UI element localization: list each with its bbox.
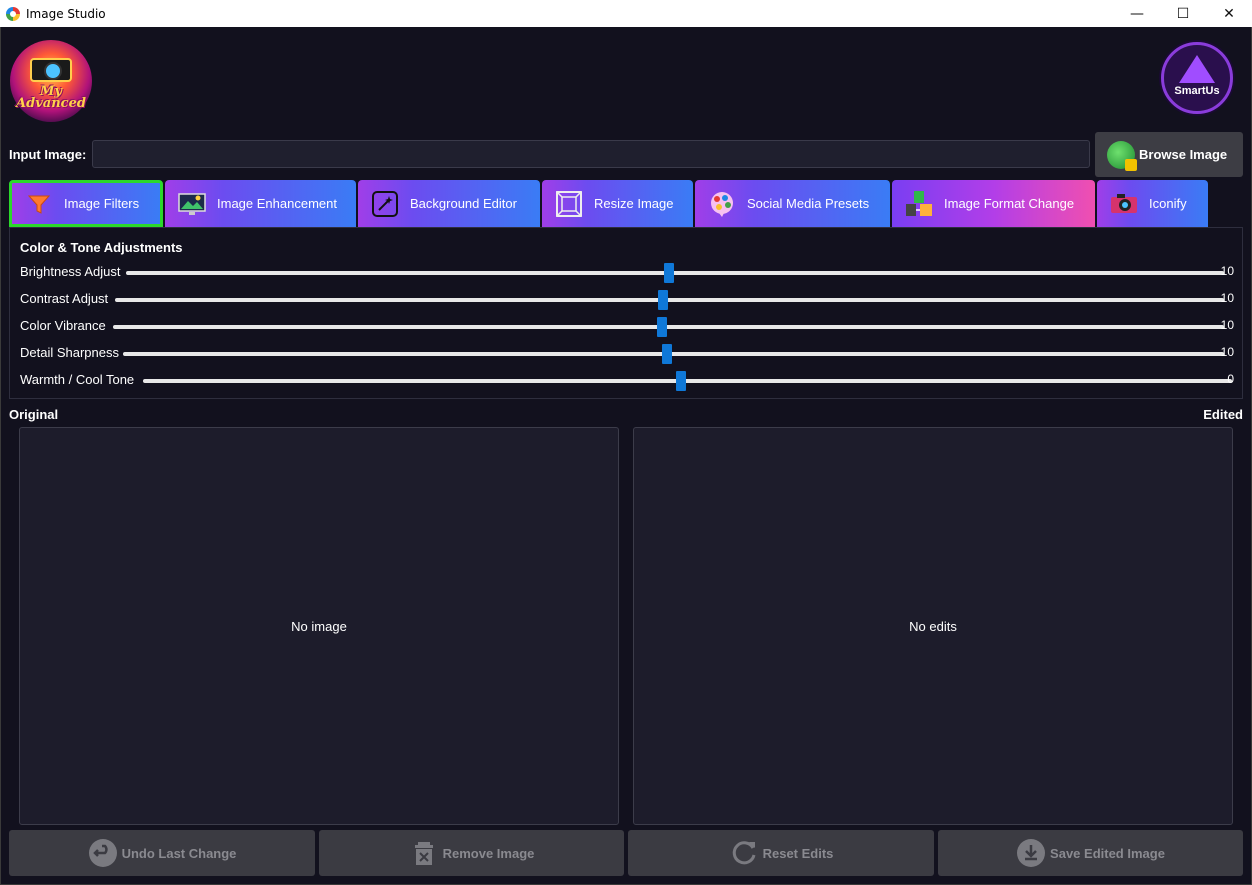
refresh-icon [732, 841, 756, 865]
original-placeholder: No image [291, 618, 347, 634]
minimize-button[interactable]: — [1114, 0, 1160, 27]
tab-iconify[interactable]: Iconify [1097, 180, 1208, 227]
input-image-label: Input Image: [9, 147, 87, 162]
slider-thumb[interactable] [676, 371, 686, 391]
app-icon [6, 6, 20, 21]
slider-value: 0 [1227, 372, 1234, 386]
slider-track[interactable] [113, 325, 1224, 329]
close-button[interactable]: ✕ [1206, 0, 1252, 27]
slider-label: Brightness Adjust [20, 264, 121, 279]
slider-brightness: Brightness Adjust 10 [20, 262, 1234, 283]
slider-warmth: Warmth / Cool Tone 0 [20, 370, 1234, 391]
sparkle-edit-icon [372, 190, 398, 217]
app-logo-text: My Advanced [16, 84, 86, 111]
browse-image-button[interactable]: Browse Image [1095, 132, 1243, 177]
edited-preview: No edits [633, 427, 1233, 825]
slider-label: Color Vibrance [20, 318, 106, 333]
slider-label: Contrast Adjust [20, 291, 109, 306]
tab-label: Image Enhancement [217, 196, 337, 211]
maximize-button[interactable]: ☐ [1160, 0, 1206, 27]
reset-edits-label: Reset Edits [762, 845, 834, 861]
slider-value: 10 [1220, 264, 1234, 278]
slider-value: 10 [1220, 291, 1234, 305]
tab-image-filters[interactable]: Image Filters [9, 180, 163, 227]
original-label: Original [9, 407, 59, 422]
slider-label: Detail Sharpness [20, 345, 119, 360]
camera-icon [1111, 193, 1137, 213]
smartus-logo-text: SmartUs [1174, 85, 1220, 97]
tab-image-format-change[interactable]: Image Format Change [892, 180, 1095, 227]
file-format-icon [906, 190, 932, 216]
app-logo: My Advanced [10, 40, 92, 122]
slider-track[interactable] [143, 379, 1232, 383]
slider-track[interactable] [123, 352, 1224, 356]
globe-icon [1107, 140, 1137, 171]
slider-thumb[interactable] [664, 263, 674, 283]
title-bar: Image Studio — ☐ ✕ [0, 0, 1252, 27]
input-image-field[interactable] [92, 140, 1090, 168]
slider-thumb[interactable] [658, 290, 668, 310]
tab-social-media-presets[interactable]: Social Media Presets [695, 180, 890, 227]
social-bubble-icon [711, 191, 733, 217]
tab-background-editor[interactable]: Background Editor [358, 180, 540, 227]
funnel-icon [27, 195, 51, 214]
undo-icon [88, 839, 117, 867]
slider-sharpness: Detail Sharpness 10 [20, 343, 1234, 364]
edited-placeholder: No edits [909, 618, 957, 634]
slider-track[interactable] [126, 271, 1224, 275]
slider-vibrance: Color Vibrance 10 [20, 316, 1234, 337]
tab-label: Image Filters [64, 196, 140, 211]
triangle-logo-icon [1179, 55, 1215, 83]
monitor-image-icon [178, 192, 206, 215]
save-edited-button[interactable]: Save Edited Image [938, 830, 1243, 876]
reset-edits-button[interactable]: Reset Edits [628, 830, 934, 876]
slider-label: Warmth / Cool Tone [20, 372, 135, 387]
smartus-logo: SmartUs [1161, 42, 1233, 114]
tab-label: Image Format Change [944, 196, 1075, 211]
window-controls: — ☐ ✕ [1114, 0, 1252, 27]
tab-image-enhancement[interactable]: Image Enhancement [165, 180, 356, 227]
camera-logo-icon [30, 58, 72, 82]
remove-image-label: Remove Image [442, 845, 535, 861]
window-title: Image Studio [26, 6, 106, 21]
download-icon [1017, 839, 1046, 867]
slider-value: 10 [1220, 318, 1234, 332]
slider-thumb[interactable] [657, 317, 667, 337]
undo-button[interactable]: Undo Last Change [9, 830, 315, 876]
tab-label: Background Editor [410, 196, 517, 211]
tab-label: Iconify [1149, 196, 1187, 211]
remove-image-button[interactable]: Remove Image [319, 830, 624, 876]
tab-label: Social Media Presets [747, 196, 870, 211]
save-edited-label: Save Edited Image [1050, 845, 1165, 861]
tab-label: Resize Image [594, 196, 674, 211]
undo-label: Undo Last Change [121, 845, 237, 861]
browse-image-label: Browse Image [1139, 147, 1228, 162]
tab-resize-image[interactable]: Resize Image [542, 180, 693, 227]
trash-icon [414, 842, 433, 865]
slider-value: 10 [1220, 345, 1234, 359]
resize-frame-icon [556, 190, 582, 217]
original-preview: No image [19, 427, 619, 825]
slider-track[interactable] [115, 298, 1224, 302]
slider-contrast: Contrast Adjust 10 [20, 289, 1234, 310]
slider-thumb[interactable] [662, 344, 672, 364]
panel-title: Color & Tone Adjustments [20, 240, 183, 255]
edited-label: Edited [1203, 407, 1243, 422]
color-tone-panel: Color & Tone Adjustments Brightness Adju… [9, 227, 1243, 399]
